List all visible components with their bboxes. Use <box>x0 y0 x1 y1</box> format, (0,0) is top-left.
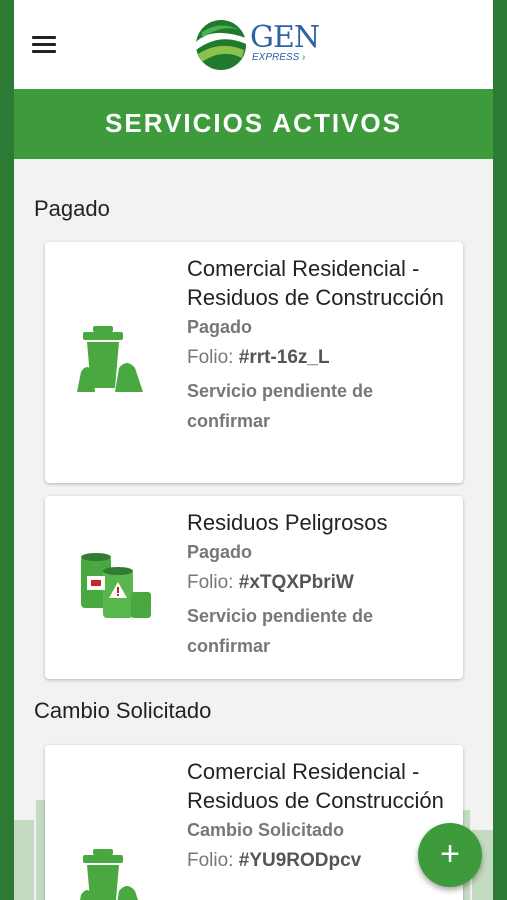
service-folio: Folio: #xTQXPbriW <box>187 572 354 593</box>
left-edge-decoration <box>0 0 14 900</box>
service-info: Residuos Peligrosos Pagado Folio: #xTQXP… <box>187 508 447 661</box>
hamburger-menu-icon[interactable] <box>32 36 56 54</box>
service-folio: Folio: #YU9RODpcv <box>187 850 362 871</box>
service-card[interactable]: Comercial Residencial - Residuos de Cons… <box>45 745 463 900</box>
service-card[interactable]: Residuos Peligrosos Pagado Folio: #xTQXP… <box>45 496 463 679</box>
section-title-pagado: Pagado <box>34 196 110 221</box>
right-edge-decoration <box>493 0 507 900</box>
plus-icon: + <box>440 835 460 873</box>
logo-word: GEN <box>250 20 320 55</box>
top-bar: GEN EXPRESS › <box>14 0 493 89</box>
service-info: Comercial Residencial - Residuos de Cons… <box>187 254 447 436</box>
page-title: SERVICIOS ACTIVOS <box>14 89 493 159</box>
service-note: Servicio pendiente de confirmar <box>187 606 374 656</box>
service-title: Comercial Residencial - Residuos de Cons… <box>187 256 444 310</box>
gen-express-logo: GEN EXPRESS › <box>194 18 324 72</box>
service-card[interactable]: Comercial Residencial - Residuos de Cons… <box>45 242 463 483</box>
hazardous-barrels-icon <box>81 553 151 618</box>
add-service-button[interactable]: + <box>418 823 482 887</box>
trash-bin-icon <box>80 849 138 900</box>
service-note: Servicio pendiente de confirmar <box>187 381 374 431</box>
service-folio: Folio: #rrt-16z_L <box>187 347 330 368</box>
logo-subtitle: EXPRESS › <box>252 52 306 63</box>
section-title-cambio-solicitado: Cambio Solicitado <box>34 698 212 723</box>
service-title: Comercial Residencial - Residuos de Cons… <box>187 759 444 813</box>
service-title: Residuos Peligrosos <box>187 510 388 535</box>
service-status: Pagado <box>187 317 253 337</box>
service-status: Pagado <box>187 542 253 562</box>
trash-bin-icon <box>77 326 143 392</box>
app-screen: GEN EXPRESS › SERVICIOS ACTIVOS Pagado C… <box>14 0 493 900</box>
logo-globe-icon <box>196 20 246 70</box>
service-info: Comercial Residencial - Residuos de Cons… <box>187 757 447 877</box>
service-status: Cambio Solicitado <box>187 820 345 840</box>
